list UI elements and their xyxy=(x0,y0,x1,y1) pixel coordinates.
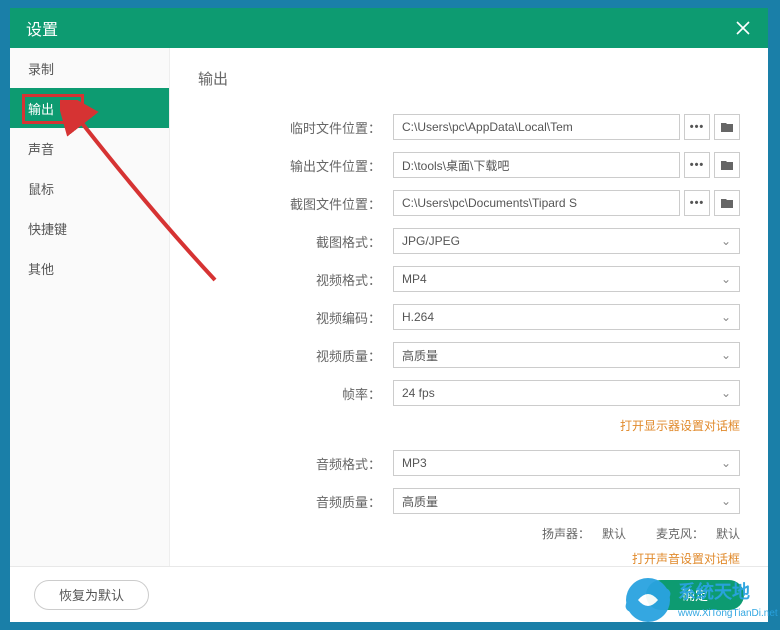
chevron-down-icon: ⌄ xyxy=(721,386,731,400)
browse-temp-button[interactable]: ••• xyxy=(684,114,710,140)
link-sound-settings[interactable]: 打开声音设置对话框 xyxy=(632,552,740,566)
label-temp-path: 临时文件位置： xyxy=(198,118,393,137)
select-value: H.264 xyxy=(402,310,434,324)
input-output-path[interactable] xyxy=(393,152,680,178)
select-value: MP4 xyxy=(402,272,427,286)
chevron-down-icon: ⌄ xyxy=(721,456,731,470)
browse-output-button[interactable]: ••• xyxy=(684,152,710,178)
sidebar-item-label: 快捷键 xyxy=(28,219,67,238)
select-value: MP3 xyxy=(402,456,427,470)
label-output-path: 输出文件位置： xyxy=(198,156,393,175)
label-video-quality: 视频质量： xyxy=(198,346,393,365)
chevron-down-icon: ⌄ xyxy=(721,348,731,362)
sidebar-item-output[interactable]: 输出 xyxy=(10,88,169,128)
link-display-settings[interactable]: 打开显示器设置对话框 xyxy=(620,419,740,433)
chevron-down-icon: ⌄ xyxy=(721,234,731,248)
label-audio-quality: 音频质量： xyxy=(198,492,393,511)
folder-icon xyxy=(720,121,734,133)
select-video-quality[interactable]: 高质量 ⌄ xyxy=(393,342,740,368)
sidebar-item-hotkey[interactable]: 快捷键 xyxy=(10,208,169,248)
sidebar-item-label: 声音 xyxy=(28,139,54,158)
select-audio-format[interactable]: MP3 ⌄ xyxy=(393,450,740,476)
content-panel: 输出 临时文件位置： ••• 输出文件位置： ••• 截图文件位置： xyxy=(170,48,768,566)
sidebar-item-record[interactable]: 录制 xyxy=(10,48,169,88)
label-video-codec: 视频编码： xyxy=(198,308,393,327)
label-speaker: 扬声器： xyxy=(542,525,590,542)
label-screenshot-path: 截图文件位置： xyxy=(198,194,393,213)
label-audio-format: 音频格式： xyxy=(198,454,393,473)
chevron-down-icon: ⌄ xyxy=(721,310,731,324)
window-title: 设置 xyxy=(26,16,58,40)
sidebar: 录制 输出 声音 鼠标 快捷键 其他 xyxy=(10,48,170,566)
value-speaker: 默认 xyxy=(602,525,626,542)
select-audio-quality[interactable]: 高质量 ⌄ xyxy=(393,488,740,514)
sidebar-item-label: 鼠标 xyxy=(28,179,54,198)
ok-button[interactable]: 确定 xyxy=(646,580,744,610)
button-label: 确定 xyxy=(682,585,708,604)
chevron-down-icon: ⌄ xyxy=(721,272,731,286)
folder-icon xyxy=(720,197,734,209)
select-value: 高质量 xyxy=(402,493,438,510)
sidebar-item-label: 录制 xyxy=(28,59,54,78)
sidebar-item-label: 其他 xyxy=(28,259,54,278)
open-screenshot-folder-button[interactable] xyxy=(714,190,740,216)
label-video-format: 视频格式： xyxy=(198,270,393,289)
reset-button[interactable]: 恢复为默认 xyxy=(34,580,149,610)
select-framerate[interactable]: 24 fps ⌄ xyxy=(393,380,740,406)
open-temp-folder-button[interactable] xyxy=(714,114,740,140)
select-value: 24 fps xyxy=(402,386,435,400)
sidebar-item-other[interactable]: 其他 xyxy=(10,248,169,288)
input-temp-path[interactable] xyxy=(393,114,680,140)
sidebar-item-mouse[interactable]: 鼠标 xyxy=(10,168,169,208)
sidebar-item-label: 输出 xyxy=(28,99,54,118)
label-framerate: 帧率： xyxy=(198,384,393,403)
label-mic: 麦克风： xyxy=(656,525,704,542)
footer: 恢复为默认 确定 xyxy=(10,566,768,622)
button-label: 恢复为默认 xyxy=(59,585,124,604)
close-icon xyxy=(734,19,752,37)
select-value: JPG/JPEG xyxy=(402,234,460,248)
sidebar-item-sound[interactable]: 声音 xyxy=(10,128,169,168)
label-screenshot-format: 截图格式： xyxy=(198,232,393,251)
chevron-down-icon: ⌄ xyxy=(721,494,731,508)
input-screenshot-path[interactable] xyxy=(393,190,680,216)
select-video-codec[interactable]: H.264 ⌄ xyxy=(393,304,740,330)
folder-icon xyxy=(720,159,734,171)
select-video-format[interactable]: MP4 ⌄ xyxy=(393,266,740,292)
select-value: 高质量 xyxy=(402,347,438,364)
open-output-folder-button[interactable] xyxy=(714,152,740,178)
value-mic: 默认 xyxy=(716,525,740,542)
section-title-output: 输出 xyxy=(198,68,740,89)
close-button[interactable] xyxy=(734,19,752,37)
browse-screenshot-button[interactable]: ••• xyxy=(684,190,710,216)
select-screenshot-format[interactable]: JPG/JPEG ⌄ xyxy=(393,228,740,254)
titlebar: 设置 xyxy=(10,8,768,48)
